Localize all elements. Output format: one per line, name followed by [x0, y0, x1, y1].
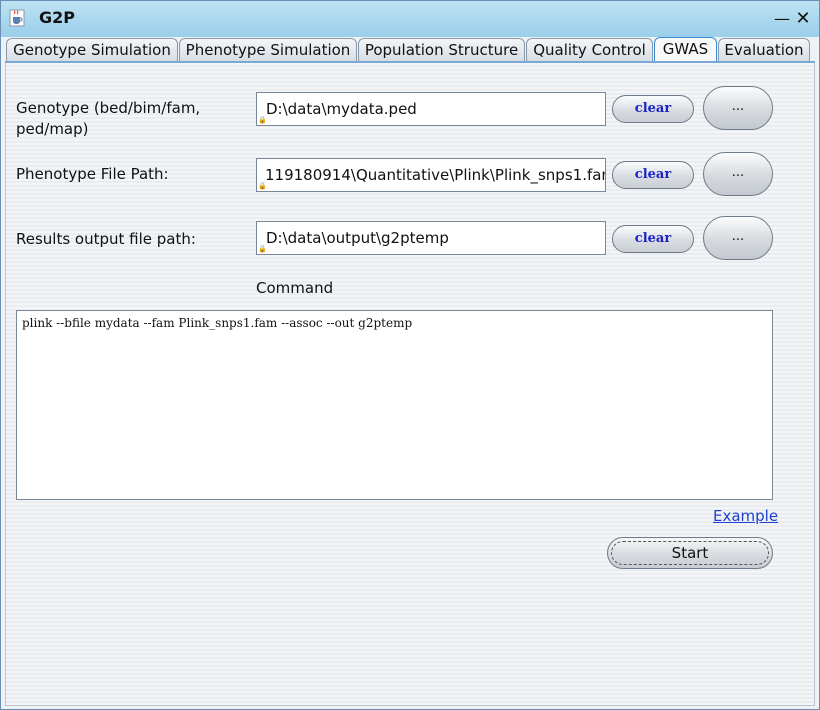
title-bar: G2P — ✕ [1, 1, 819, 37]
phenotype-path-value: 119180914\Quantitative\Plink\Plink_snps1… [265, 166, 606, 184]
genotype-path-value: D:\data\mydata.ped [266, 100, 417, 118]
phenotype-label: Phenotype File Path: [16, 165, 169, 183]
command-label: Command [256, 279, 334, 297]
output-path-value: D:\data\output\g2ptemp [266, 229, 449, 247]
command-textarea[interactable]: plink --bfile mydata --fam Plink_snps1.f… [16, 310, 773, 500]
tab-gwas[interactable]: GWAS [654, 37, 717, 62]
command-text: plink --bfile mydata --fam Plink_snps1.f… [22, 316, 413, 330]
start-button-label: Start [671, 544, 709, 562]
java-cup-icon [9, 9, 25, 27]
tab-evaluation[interactable]: Evaluation [718, 38, 810, 61]
window-title: G2P [39, 8, 75, 27]
minimize-button[interactable]: — [773, 9, 791, 28]
tab-quality-control[interactable]: Quality Control [526, 38, 653, 61]
tab-bar: Genotype Simulation Phenotype Simulation… [1, 37, 819, 63]
phenotype-path-field[interactable]: 119180914\Quantitative\Plink\Plink_snps1… [256, 158, 606, 192]
tab-phenotype-simulation[interactable]: Phenotype Simulation [179, 38, 357, 61]
start-button[interactable]: Start [607, 537, 773, 569]
genotype-label-line1: Genotype (bed/bim/fam, [16, 99, 201, 117]
lock-icon: 🔒 [258, 182, 267, 190]
lock-icon: 🔒 [258, 245, 267, 253]
genotype-label: Genotype (bed/bim/fam, ped/map) [16, 98, 200, 140]
output-path-field[interactable]: D:\data\output\g2ptemp 🔒 [256, 221, 606, 255]
genotype-path-field[interactable]: D:\data\mydata.ped 🔒 [256, 92, 606, 126]
output-browse-button[interactable]: ... [703, 216, 773, 260]
phenotype-browse-button[interactable]: ... [703, 152, 773, 196]
genotype-clear-button[interactable]: clear [612, 95, 694, 123]
tab-population-structure[interactable]: Population Structure [358, 38, 525, 61]
genotype-label-line2: ped/map) [16, 120, 89, 138]
output-label: Results output file path: [16, 230, 196, 248]
close-button[interactable]: ✕ [794, 8, 812, 29]
app-window: G2P — ✕ Genotype Simulation Phenotype Si… [0, 0, 820, 710]
phenotype-clear-button[interactable]: clear [612, 161, 694, 189]
example-link[interactable]: Example [713, 507, 778, 525]
genotype-browse-button[interactable]: ... [703, 86, 773, 130]
output-clear-button[interactable]: clear [612, 225, 694, 253]
lock-icon: 🔒 [258, 116, 267, 124]
tab-genotype-simulation[interactable]: Genotype Simulation [6, 38, 178, 61]
